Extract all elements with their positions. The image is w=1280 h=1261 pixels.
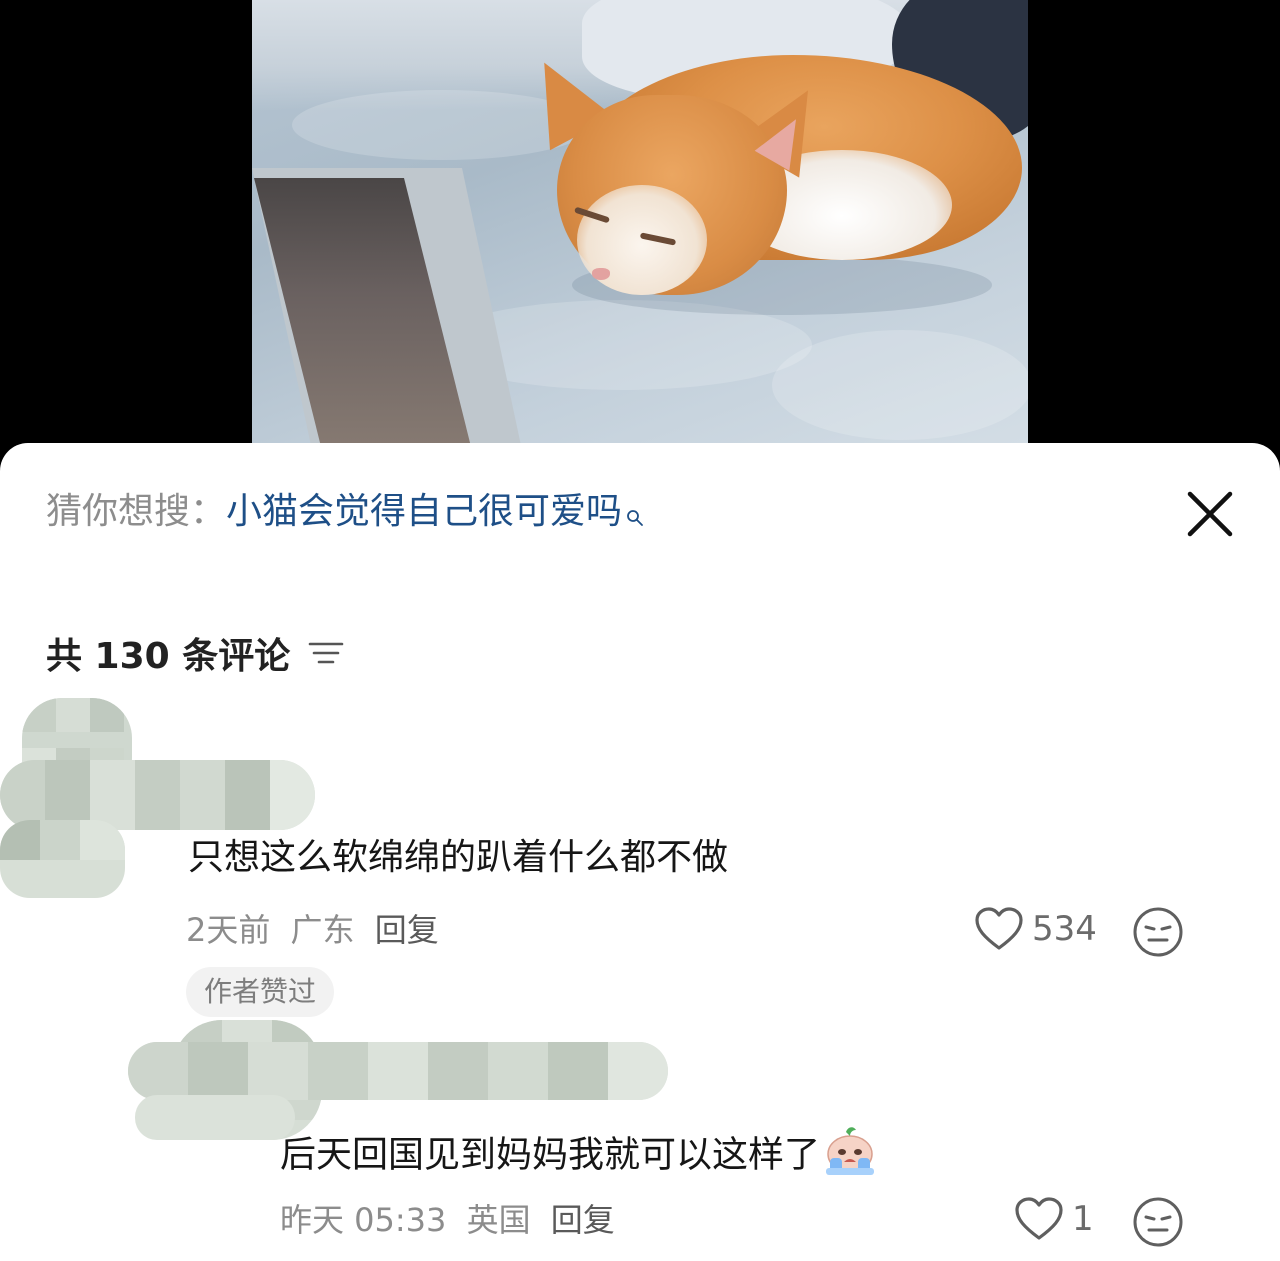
search-suggestion[interactable]: 猜你想搜：小猫会觉得自己很可爱吗 <box>46 486 644 538</box>
comment-location: 广东 <box>290 911 355 949</box>
reply-text: 后天回国见到妈妈我就可以这样了 <box>280 1134 821 1176</box>
comments-count-row: 共 130 条评论 <box>46 628 344 678</box>
suggestion-query-link[interactable]: 小猫会觉得自己很可爱吗 <box>226 491 622 532</box>
kitten-nose <box>592 268 610 280</box>
reply-username-blurred[interactable] <box>128 1042 668 1100</box>
video-player[interactable] <box>252 0 1028 443</box>
comment-meta: 2天前 广东 回复 <box>186 908 439 952</box>
avatar-blur-fragment <box>135 1095 295 1140</box>
dislike-face-icon[interactable] <box>1132 906 1184 958</box>
search-icon <box>626 490 644 526</box>
like-button[interactable]: 1 <box>1014 1196 1094 1242</box>
comments-count: 共 130 条评论 <box>46 636 291 677</box>
like-count: 1 <box>1072 1199 1094 1239</box>
close-button[interactable] <box>1180 484 1240 544</box>
sort-icon[interactable] <box>308 638 344 668</box>
reply-location: 英国 <box>466 1201 531 1239</box>
comment-text: 只想这么软绵绵的趴着什么都不做 <box>188 837 729 878</box>
reply-button[interactable]: 回复 <box>551 1201 615 1239</box>
avatar-blur-fragment <box>0 820 125 898</box>
author-liked-badge: 作者赞过 <box>186 967 335 1017</box>
like-count: 534 <box>1032 909 1097 949</box>
sheet-fold <box>772 330 1028 440</box>
reply-comment-text: 后天回国见到妈妈我就可以这样了 <box>280 1124 878 1189</box>
heart-icon <box>1015 1197 1063 1240</box>
reply-button[interactable]: 回复 <box>375 911 439 949</box>
reply-time: 昨天 05:33 <box>280 1201 447 1239</box>
crying-emoji-icon <box>822 1124 878 1189</box>
close-icon <box>1187 491 1233 537</box>
heart-icon <box>975 907 1023 950</box>
suggestion-label: 猜你想搜： <box>46 491 227 532</box>
reply-meta: 昨天 05:33 英国 回复 <box>280 1198 615 1242</box>
like-button[interactable]: 534 <box>974 906 1097 952</box>
comment-time: 2天前 <box>186 911 271 949</box>
dislike-face-icon[interactable] <box>1132 1196 1184 1248</box>
